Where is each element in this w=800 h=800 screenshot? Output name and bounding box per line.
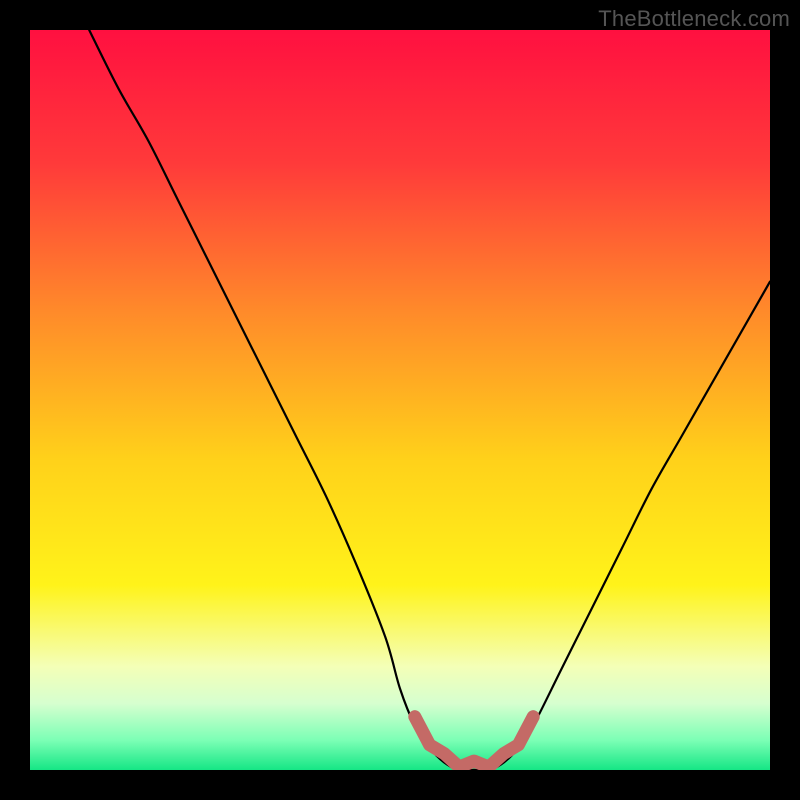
- plot-area: [30, 30, 770, 770]
- chart-container: TheBottleneck.com: [0, 0, 800, 800]
- gradient-background: [30, 30, 770, 770]
- gradient-plot: [30, 30, 770, 770]
- watermark-text: TheBottleneck.com: [598, 6, 790, 32]
